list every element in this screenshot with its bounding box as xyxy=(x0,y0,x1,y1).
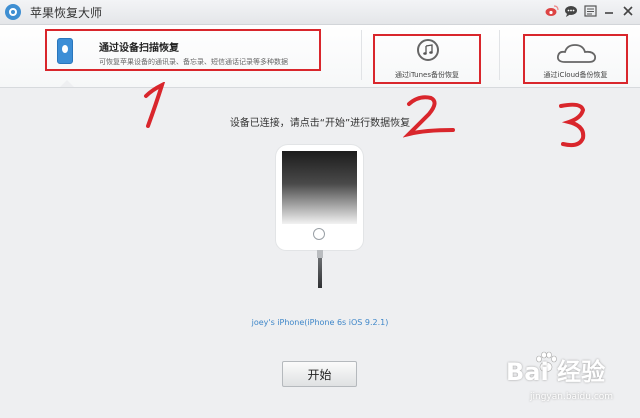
app-logo-icon xyxy=(5,4,21,20)
cable-plug xyxy=(317,250,323,258)
titlebar-controls xyxy=(544,3,636,19)
usb-cable xyxy=(318,258,322,288)
app-title: 苹果恢复大师 xyxy=(30,6,103,20)
connection-status: 设备已连接，请点击“开始”进行数据恢复 xyxy=(229,118,411,129)
close-icon[interactable] xyxy=(620,3,636,19)
tab-divider xyxy=(361,30,362,80)
weibo-icon[interactable] xyxy=(544,3,560,19)
watermark-logo: Bai 经验 xyxy=(506,358,606,386)
tab-itunes-backup[interactable]: 通过iTunes备份恢复 xyxy=(373,34,481,84)
tab-itunes-backup-label: 通过iTunes备份恢复 xyxy=(395,71,459,79)
tab-divider xyxy=(499,30,500,80)
tab-icloud-backup-label: 通过iCloud备份恢复 xyxy=(543,71,608,79)
chat-icon[interactable] xyxy=(563,3,579,19)
minimize-icon[interactable] xyxy=(601,3,617,19)
feedback-icon[interactable] xyxy=(582,3,598,19)
app-window: 苹果恢复大师 通过设备扫描恢复 可恢复苹果设备的通讯录、备忘录、短信通话记录等多… xyxy=(0,0,640,418)
watermark-url: jingyan.baidu.com xyxy=(530,392,614,402)
tab-device-scan-description: 可恢复苹果设备的通讯录、备忘录、短信通话记录等多种数据 xyxy=(99,58,288,66)
device-illustration xyxy=(276,145,363,250)
music-note-icon xyxy=(417,39,439,61)
cloud-icon xyxy=(556,44,597,63)
phone-icon xyxy=(57,38,73,64)
tab-device-scan-title: 通过设备扫描恢复 xyxy=(99,43,179,54)
device-name: joey's iPhone(iPhone 6s iOS 9.2.1) xyxy=(251,318,389,327)
tab-icloud-backup[interactable]: 通过iCloud备份恢复 xyxy=(523,34,628,84)
start-button[interactable]: 开始 xyxy=(282,361,357,387)
selected-tab-pointer xyxy=(60,80,74,87)
title-bar: 苹果恢复大师 xyxy=(0,0,640,25)
tab-device-scan[interactable]: 通过设备扫描恢复 可恢复苹果设备的通讯录、备忘录、短信通话记录等多种数据 xyxy=(45,29,321,71)
home-button-icon xyxy=(313,228,325,240)
device-screen xyxy=(282,151,357,224)
